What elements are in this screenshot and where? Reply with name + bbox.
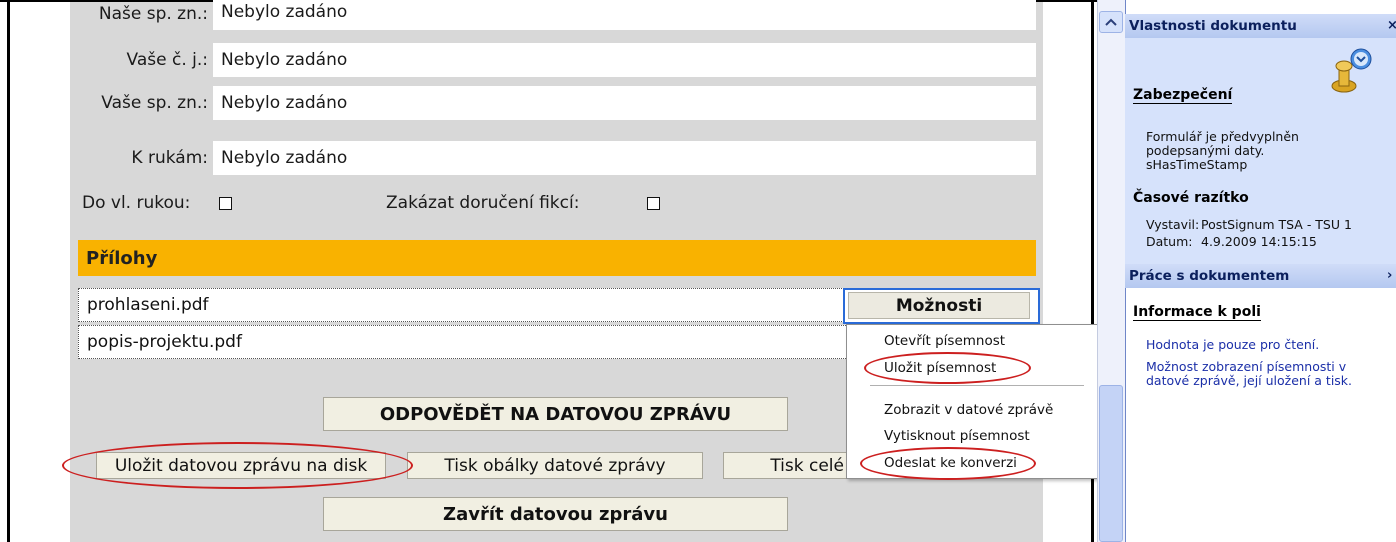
timestamp-date-value: 4.9.2009 14:15:15 — [1201, 234, 1317, 249]
seal-icon — [1330, 46, 1374, 96]
highlight-oval-save-attachment — [864, 352, 1031, 384]
reply-button[interactable]: ODPOVĚDĚT NA DATOVOU ZPRÁVU — [323, 397, 788, 431]
menu-separator — [870, 385, 1084, 386]
do-vl-rukou-checkbox[interactable] — [219, 197, 232, 210]
chevron-right-icon[interactable]: › — [1387, 264, 1392, 288]
do-vl-rukou-label: Do vl. rukou: — [82, 193, 191, 213]
highlight-oval-convert — [860, 447, 1036, 480]
field-info-title: Informace k poli — [1133, 304, 1261, 321]
field-vase-cj[interactable]: Nebylo zadáno — [213, 43, 1036, 77]
print-envelope-button[interactable]: Tisk obálky datové zprávy — [407, 452, 703, 479]
page-border-left — [7, 0, 10, 542]
field-vase-sp-zn[interactable]: Nebylo zadáno — [213, 86, 1036, 120]
close-icon[interactable]: × — [1387, 14, 1396, 38]
attachments-header: Přílohy — [78, 240, 1036, 276]
security-text-line: podepsanými daty. — [1146, 143, 1265, 158]
field-label-k-rukam: K rukám: — [131, 148, 208, 168]
menu-item-show-in-message[interactable]: Zobrazit v datové zprávě — [884, 402, 1053, 418]
timestamp-date-label: Datum: — [1146, 234, 1193, 249]
field-info-readonly: Hodnota je pouze pro čtení. — [1146, 337, 1320, 352]
field-k-rukam[interactable]: Nebylo zadáno — [213, 141, 1036, 175]
options-button[interactable]: Možnosti — [848, 292, 1030, 319]
scrollbar-thumb[interactable] — [1099, 385, 1123, 542]
field-nase-sp-zn[interactable]: Nebylo zadáno — [213, 0, 1036, 30]
document-work-title: Práce s dokumentem — [1129, 268, 1290, 284]
chevron-up-icon[interactable] — [1099, 11, 1123, 33]
field-info-description: datové zprávě, její uložení a tisk. — [1146, 373, 1353, 388]
highlight-oval-save-message — [62, 442, 413, 489]
timestamp-issuer-value: PostSignum TSA - TSU 1 — [1201, 217, 1352, 232]
print-whole-button[interactable]: Tisk celé — [723, 452, 853, 479]
menu-item-open[interactable]: Otevřít písemnost — [884, 333, 1005, 349]
security-title: Zabezpečení — [1133, 87, 1233, 104]
field-label-vase-cj: Vaše č. j.: — [126, 50, 208, 70]
document-margin-left — [0, 0, 70, 542]
security-text-line: Formulář je předvyplněn — [1146, 129, 1299, 144]
document-properties-header[interactable]: Vlastnosti dokumentu × — [1125, 14, 1396, 38]
document-properties-title: Vlastnosti dokumentu — [1129, 18, 1297, 34]
timestamp-title: Časové razítko — [1133, 190, 1249, 206]
field-label-nase-sp-zn: Naše sp. zn.: — [98, 4, 208, 24]
attachment-name: prohlaseni.pdf — [87, 295, 209, 315]
close-message-button[interactable]: Zavřít datovou zprávu — [323, 497, 788, 531]
field-info-description: Možnost zobrazení písemnosti v — [1146, 359, 1347, 374]
attachment-name: popis-projektu.pdf — [87, 332, 242, 352]
document-work-header[interactable]: Práce s dokumentem › — [1125, 264, 1396, 288]
menu-item-print[interactable]: Vytisknout písemnost — [884, 428, 1030, 444]
zakazat-doruceni-label: Zakázat doručení fikcí: — [386, 193, 580, 213]
timestamp-issuer-label: Vystavil: — [1146, 217, 1200, 232]
field-label-vase-sp-zn: Vaše sp. zn.: — [101, 93, 208, 113]
zakazat-doruceni-checkbox[interactable] — [647, 197, 660, 210]
security-text-line: sHasTimeStamp — [1146, 157, 1248, 172]
